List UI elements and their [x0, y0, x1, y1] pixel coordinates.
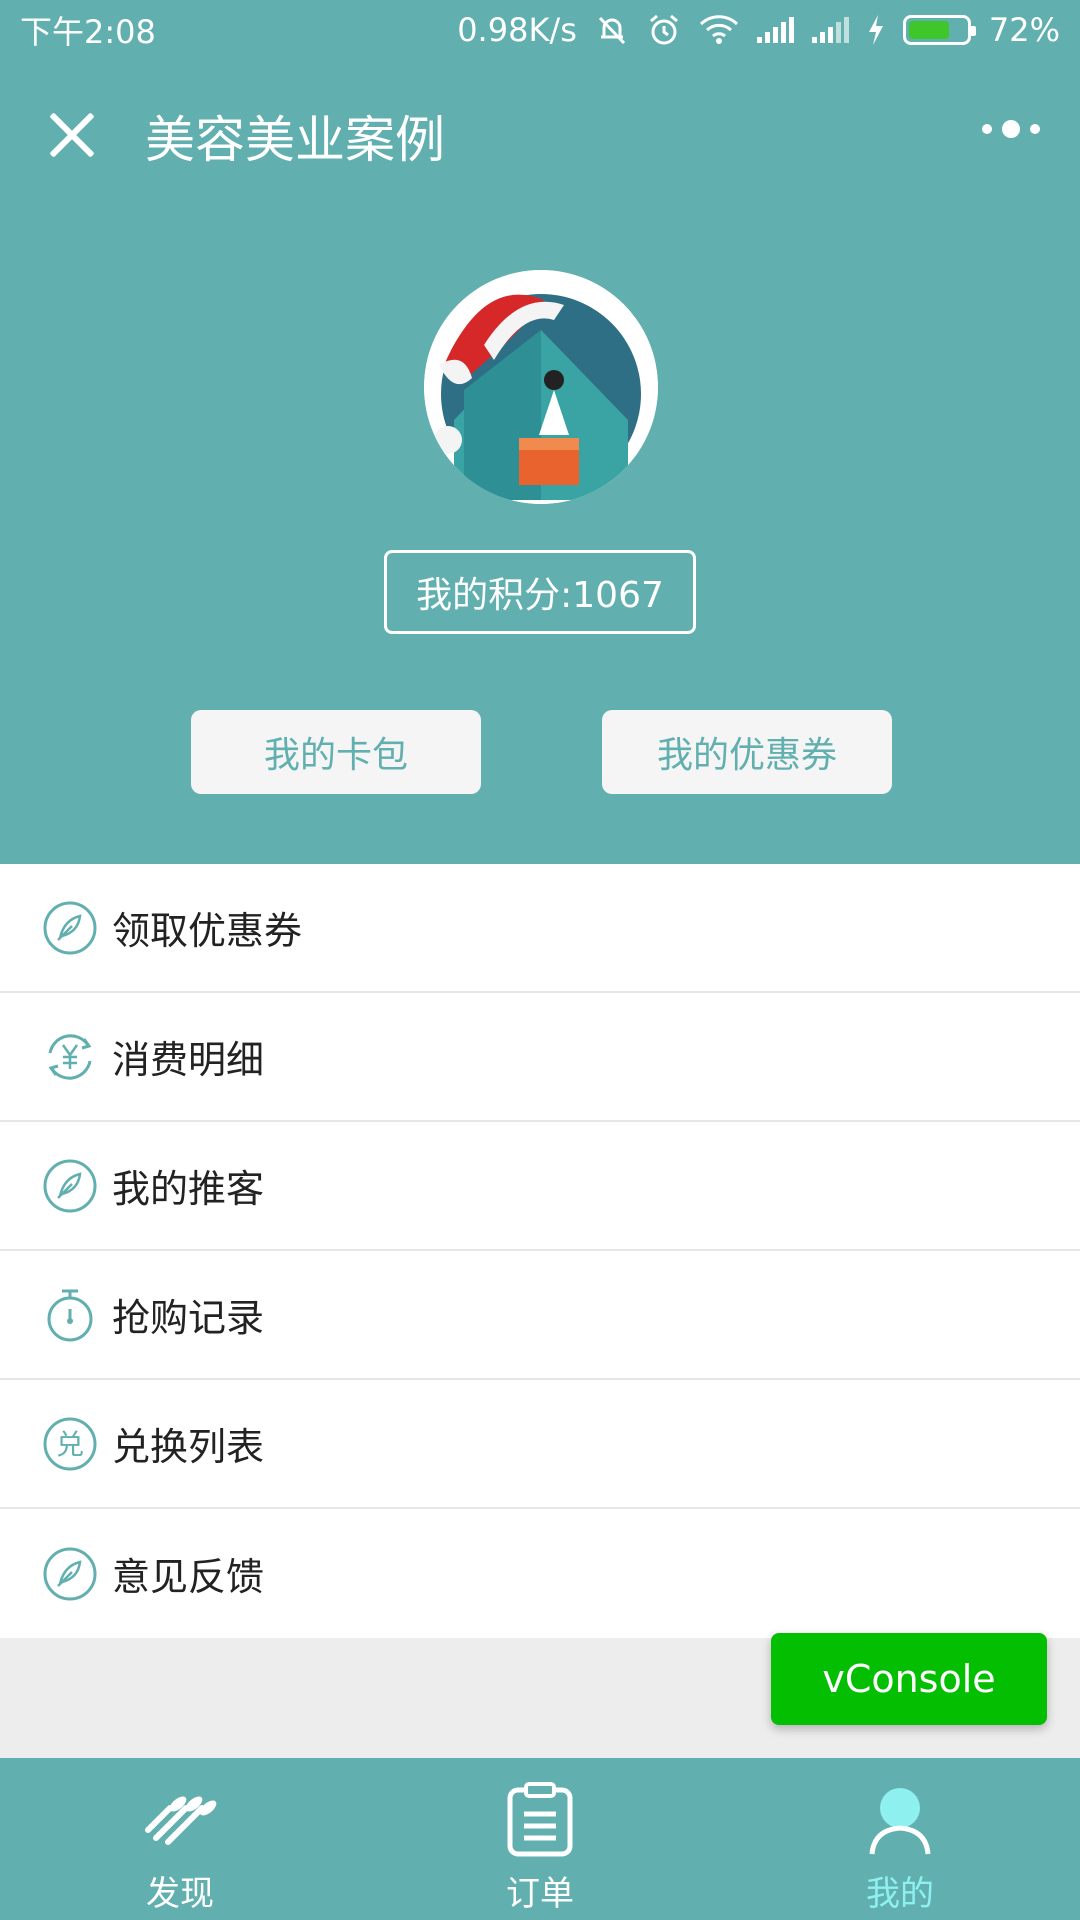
menu-item-flash-sale-records[interactable]: 抢购记录	[0, 1251, 1080, 1380]
feather-icon	[43, 1159, 97, 1212]
battery-level	[908, 21, 949, 39]
my-coupons-button[interactable]: 我的优惠券	[602, 710, 892, 794]
menu-item-label: 意见反馈	[112, 1555, 265, 1599]
vconsole-button[interactable]: vConsole	[771, 1633, 1047, 1725]
svg-text:兑: 兑	[56, 1428, 84, 1461]
tab-label: 发现	[146, 1874, 214, 1914]
status-bar: 下午2:08 0.98K/s 72%	[0, 0, 1080, 60]
battery-percent: 72%	[988, 11, 1060, 49]
my-card-wallet-button[interactable]: 我的卡包	[191, 710, 481, 794]
tab-mine[interactable]: 我的	[720, 1758, 1080, 1920]
menu-item-label: 抢购记录	[112, 1296, 265, 1340]
tab-label: 订单	[506, 1874, 574, 1914]
points-badge[interactable]: 我的积分:1067	[384, 550, 696, 634]
menu-item-my-promoters[interactable]: 我的推客	[0, 1122, 1080, 1251]
menu-list: 领取优惠券 消费明细 我的推客 抢购记录 兑 兑换列表 意见反馈	[0, 864, 1080, 1638]
more-dot	[982, 124, 992, 134]
status-time: 下午2:08	[20, 13, 156, 51]
yuan-refresh-icon	[48, 1033, 92, 1080]
wifi-icon	[699, 15, 738, 44]
feather-icon	[43, 901, 97, 954]
menu-item-label: 兑换列表	[112, 1425, 265, 1469]
mute-icon	[598, 16, 625, 45]
profile-area: 我的积分:1067 我的卡包 我的优惠券	[0, 208, 1080, 864]
menu-item-label: 消费明细	[112, 1038, 265, 1082]
exchange-icon: 兑	[43, 1417, 97, 1470]
signal-icon	[756, 17, 794, 43]
avatar[interactable]	[424, 270, 658, 504]
network-speed: 0.98K/s	[457, 11, 577, 49]
page-title: 美容美业案例	[145, 111, 445, 169]
more-dot	[1030, 124, 1040, 134]
tab-label: 我的	[866, 1874, 934, 1914]
battery-icon	[902, 15, 976, 45]
tab-orders[interactable]: 订单	[360, 1758, 720, 1920]
user-icon	[869, 1788, 931, 1855]
menu-item-consumption-details[interactable]: 消费明细	[0, 993, 1080, 1122]
stopwatch-icon	[47, 1289, 93, 1341]
avatar-image	[424, 270, 658, 504]
bottom-tab-bar: 发现 订单 我的	[0, 1758, 1080, 1920]
close-button[interactable]	[42, 104, 102, 164]
tab-discover[interactable]: 发现	[0, 1758, 360, 1920]
more-button[interactable]	[982, 120, 1040, 138]
feather-icon	[43, 1547, 97, 1600]
header: 美容美业案例	[0, 60, 1080, 208]
discover-icon	[145, 1796, 217, 1845]
status-indicators: 0.98K/s 72%	[457, 11, 1060, 49]
order-icon	[507, 1782, 573, 1857]
more-dot	[1002, 120, 1020, 138]
menu-item-label: 领取优惠券	[112, 909, 303, 953]
menu-item-get-coupons[interactable]: 领取优惠券	[0, 864, 1080, 993]
menu-item-feedback[interactable]: 意见反馈	[0, 1509, 1080, 1638]
signal-icon	[811, 17, 849, 43]
menu-item-exchange-list[interactable]: 兑 兑换列表	[0, 1380, 1080, 1509]
alarm-icon	[649, 14, 678, 45]
menu-item-label: 我的推客	[112, 1167, 265, 1211]
charging-icon	[868, 15, 883, 45]
